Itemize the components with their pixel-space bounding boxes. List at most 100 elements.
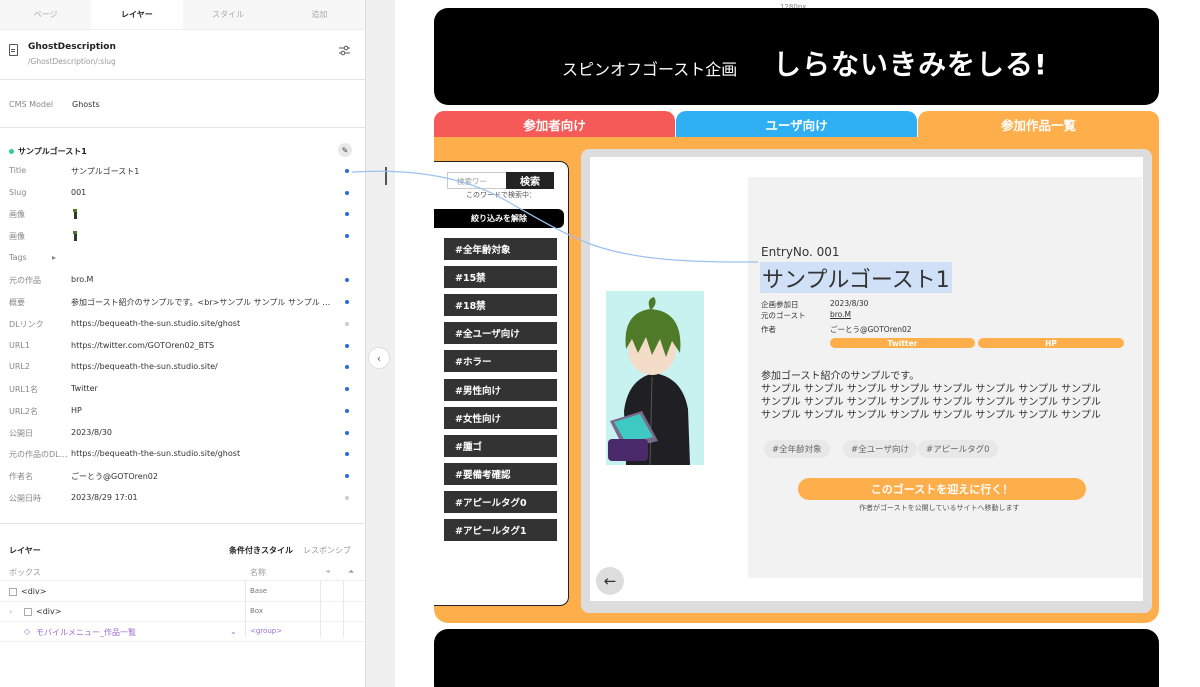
field-row[interactable]: Slug 001 [0, 187, 365, 201]
align-icon[interactable]: ⏶ [348, 567, 354, 577]
field-row[interactable]: 作者名 ごーとう@GOTOren02 [0, 470, 365, 484]
search-input[interactable]: 検索ワー [447, 172, 509, 189]
meta-label: 元のゴースト [761, 311, 806, 320]
settings-sliders-icon[interactable] [339, 45, 350, 56]
field-row[interactable]: URL1名 Twitter [0, 383, 365, 397]
cta-note: 作者がゴーストを公開しているサイトへ移動します [859, 504, 1020, 512]
tag-button[interactable]: #アピールタグ1 [444, 519, 557, 541]
expand-arrow-icon[interactable]: ▸ [52, 253, 316, 262]
tag-button[interactable]: #男性向け [444, 379, 557, 401]
field-row[interactable]: 元の作品のDLリ... https://bequeath-the-sun.stud… [0, 448, 365, 462]
responsive-tab[interactable]: レスポンシブ [303, 545, 351, 556]
binding-dot-icon[interactable] [345, 212, 349, 216]
site-header: スピンオフゴースト企画 しらないきみをしる! [434, 8, 1159, 105]
pin-icon[interactable]: ⌖ [326, 567, 331, 577]
binding-dot-icon[interactable] [345, 431, 349, 435]
field-row[interactable]: DLリンク https://bequeath-the-sun.studio.sit… [0, 318, 365, 332]
binding-dot-icon[interactable] [345, 191, 349, 195]
description-line: サンプル サンプル サンプル サンプル サンプル サンプル サンプル サンプル [761, 410, 1101, 421]
field-key: 公開日時 [9, 494, 41, 503]
twitter-link-button[interactable]: Twitter [830, 338, 975, 348]
tag-button[interactable]: #腫ゴ [444, 435, 557, 457]
layers-column-header: ボックス 名称 ⌖ ⏶ [0, 561, 365, 581]
binding-dot-icon[interactable] [345, 452, 349, 456]
tag-chip[interactable]: #全年齢対象 [764, 440, 830, 458]
binding-dot-icon[interactable] [345, 474, 349, 478]
cms-model-row[interactable]: CMS Model Ghosts [0, 80, 365, 128]
field-value: Twitter [71, 384, 98, 393]
ghost-description: 参加ゴースト紹介のサンプルです。 サンプル サンプル サンプル サンプル サンプ… [761, 370, 1131, 422]
field-row[interactable]: 概要 参加ゴースト紹介のサンプルです。<br>サンプル サンプル サンプル サンプ… [0, 296, 365, 310]
tag-button[interactable]: #ホラー [444, 350, 557, 372]
tag-button[interactable]: #全年齢対象 [444, 238, 557, 260]
field-row[interactable]: 画像 [0, 208, 365, 222]
field-row[interactable]: Title サンプルゴースト1 [0, 165, 365, 179]
binding-dot-icon[interactable] [345, 322, 349, 326]
binding-dot-icon[interactable] [345, 234, 349, 238]
visit-ghost-button[interactable]: このゴーストを迎えに行く！ [798, 478, 1086, 500]
layer-row[interactable]: <div> Base [0, 582, 365, 602]
field-key: 画像 [9, 232, 25, 241]
column-divider [343, 581, 344, 637]
layer-name: <div> [36, 607, 62, 616]
back-arrow-button[interactable]: ← [596, 567, 624, 595]
tag-button[interactable]: #15禁 [444, 266, 557, 288]
left-panel: ページ レイヤー スタイル 追加 GhostDescription /Ghost… [0, 0, 366, 687]
cms-item-title: サンプルゴースト1 [18, 147, 87, 156]
tag-button[interactable]: #18禁 [444, 294, 557, 316]
tab-add[interactable]: 追加 [274, 0, 365, 29]
field-row[interactable]: URL2 https://bequeath-the-sun.studio.site… [0, 361, 365, 375]
binding-dot-icon[interactable] [345, 169, 349, 173]
site-footer [434, 629, 1159, 687]
field-value [71, 209, 335, 221]
field-row[interactable]: 元の作品 bro.M [0, 274, 365, 288]
binding-dot-icon[interactable] [345, 300, 349, 304]
field-row[interactable]: URL2名 HP [0, 405, 365, 419]
tab-layers[interactable]: レイヤー [91, 0, 183, 29]
ghost-portrait-image [606, 291, 704, 465]
tab-page[interactable]: ページ [0, 0, 91, 29]
tag-chip[interactable]: #全ユーザ向け [843, 440, 917, 458]
ghost-name[interactable]: サンプルゴースト1 [760, 262, 952, 293]
edit-pencil-icon[interactable]: ✎ [338, 143, 352, 157]
tag-button[interactable]: #要備考確認 [444, 463, 557, 485]
field-row[interactable]: 公開日 2023/8/30 [0, 427, 365, 441]
tag-button[interactable]: #全ユーザ向け [444, 322, 557, 344]
image-thumbnail-icon [71, 209, 79, 219]
chevron-right-icon[interactable]: › [9, 607, 12, 616]
search-button[interactable]: 検索 [506, 172, 554, 189]
character-illustration [608, 297, 690, 465]
tag-button[interactable]: #女性向け [444, 407, 557, 429]
field-key: URL2 [9, 362, 30, 371]
binding-dot-icon[interactable] [345, 344, 349, 348]
field-row[interactable]: Tags ▸ [0, 252, 365, 266]
binding-dot-icon[interactable] [345, 409, 349, 413]
searching-label: このワードで検索中： [466, 191, 536, 199]
drag-handle[interactable] [385, 167, 387, 185]
original-ghost-link[interactable]: bro.M [830, 310, 851, 319]
clear-filter-button[interactable]: 絞り込みを解除 [434, 209, 564, 228]
binding-dot-icon[interactable] [345, 496, 349, 500]
nav-tab-works[interactable]: 参加作品一覧 [918, 111, 1159, 137]
tab-style[interactable]: スタイル [183, 0, 274, 29]
chevron-down-icon[interactable]: ⌄ [230, 627, 237, 636]
hp-link-button[interactable]: HP [978, 338, 1124, 348]
binding-dot-icon[interactable] [345, 387, 349, 391]
group-diamond-icon: ◇ [24, 627, 31, 636]
field-row[interactable]: 公開日時 2023/8/29 17:01 [0, 492, 365, 506]
binding-dot-icon[interactable] [345, 278, 349, 282]
field-row[interactable]: URL1 https://twitter.com/GOTOren02_BTS [0, 340, 365, 354]
layer-row[interactable]: ◇ モバイルメニュー_作品一覧 ⌄ <group> [0, 622, 365, 642]
field-value: bro.M [71, 275, 94, 284]
collapse-panel-button[interactable]: ‹ [368, 347, 390, 369]
layer-row[interactable]: › <div> Box [0, 602, 365, 622]
box-column-label: ボックス [9, 568, 41, 577]
tag-button[interactable]: #アピールタグ0 [444, 491, 557, 513]
conditional-style-tab[interactable]: 条件付きスタイル [229, 545, 293, 556]
tag-chip[interactable]: #アピールタグ0 [918, 440, 998, 458]
field-row[interactable]: 画像 [0, 230, 365, 244]
binding-dot-icon[interactable] [345, 365, 349, 369]
nav-tab-users[interactable]: ユーザ向け [676, 111, 917, 137]
name-column-label: 名称 [250, 568, 266, 577]
nav-tab-participants[interactable]: 参加者向け [434, 111, 675, 137]
